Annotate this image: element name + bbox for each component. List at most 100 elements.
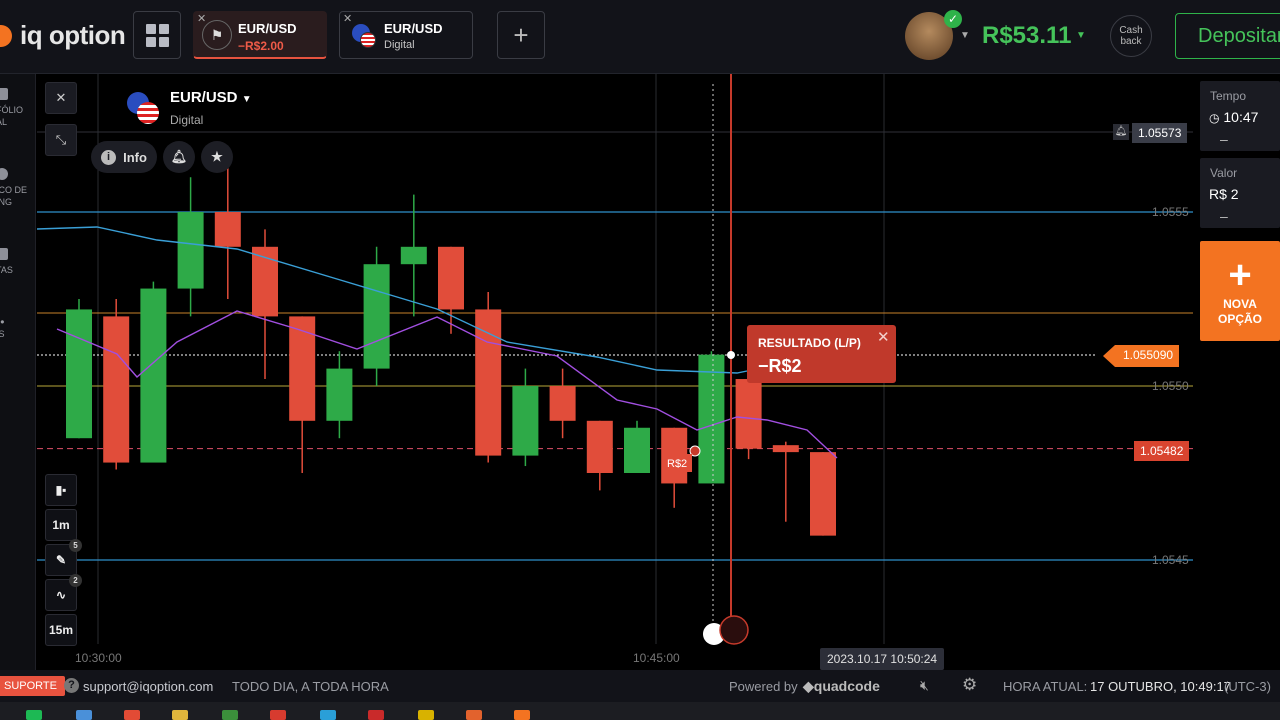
asset-name[interactable]: EUR/USD ▼: [170, 89, 252, 106]
new-option-button[interactable]: + NOVA OPÇÃO: [1200, 241, 1280, 341]
bell-icon: 🔔︎: [170, 149, 188, 164]
favorite-button[interactable]: ★: [201, 141, 233, 173]
app-icon[interactable]: [222, 710, 238, 720]
logo-icon: [0, 24, 12, 47]
expiry-value: ◷ 10:47: [1209, 109, 1259, 125]
file-icon[interactable]: [76, 710, 92, 720]
app-icon[interactable]: [418, 710, 434, 720]
clock-icon: ◷: [1209, 111, 1220, 125]
tab-type-label: Digital: [384, 39, 415, 51]
sidebar-item-label: IS: [0, 329, 5, 339]
close-chart-button[interactable]: ✕: [45, 82, 77, 114]
candle: [586, 420, 613, 473]
balance-chevron-down-icon[interactable]: ▼: [1076, 30, 1086, 41]
sidebar-item-label: FÓLIO AL: [0, 105, 24, 127]
browser-icon[interactable]: [270, 710, 286, 720]
support-button[interactable]: SUPORTE: [0, 676, 65, 696]
settings-gear-icon[interactable]: ⚙: [962, 675, 977, 695]
trade-panel: Tempo ◷ 10:47 – Valor R$ 2 – + NOVA OPÇÃ…: [1200, 74, 1280, 670]
top-bar: iq option ✕ ⚑ EUR/USD −R$2.00 ✕ EUR/USD …: [0, 0, 1280, 74]
candle: [363, 264, 390, 369]
tab-pair-label: EUR/USD: [384, 21, 443, 36]
interval-button[interactable]: 15m: [45, 614, 77, 646]
indicators-button[interactable]: ∿ 2: [45, 574, 82, 611]
sidebar-item-alerts[interactable]: TAS: [0, 248, 36, 276]
asset-grid-button[interactable]: [133, 11, 181, 59]
grid-icon: [145, 23, 169, 47]
time-axis-label: 10:30:00: [75, 651, 122, 665]
candle: [103, 316, 130, 463]
app-icon[interactable]: [320, 710, 336, 720]
timeframe-button[interactable]: 1m: [45, 509, 77, 541]
strike-price-tag: 1.05482: [1134, 441, 1190, 461]
footer: SUPORTE ? support@iqoption.com TODO DIA,…: [0, 670, 1280, 702]
cashback-button[interactable]: Cash back: [1110, 15, 1152, 57]
amount-value[interactable]: R$ 2: [1209, 186, 1239, 202]
verified-check-icon: ✓: [944, 10, 962, 28]
chrome-icon[interactable]: [124, 710, 140, 720]
cursor-time-tag: 2023.10.17 10:50:24: [820, 648, 945, 670]
trade-amount-label: R$2: [667, 458, 687, 470]
chart-type-button[interactable]: ▮▪: [45, 474, 77, 506]
price-chart[interactable]: R$2 1.0555 1.0550 1.0545 10:30:00 10:45:00 ✕…: [37, 74, 1197, 670]
chevron-down-icon: ▼: [241, 94, 252, 105]
star-icon: ★: [211, 149, 223, 164]
sidebar-item-history[interactable]: ICO DE ING: [0, 168, 36, 208]
candle: [438, 246, 464, 310]
candle: [400, 246, 427, 265]
expiry-field[interactable]: Tempo ◷ 10:47 –: [1200, 81, 1280, 151]
info-label: Info: [123, 149, 147, 165]
price-axis-label: 1.0550: [1152, 379, 1189, 393]
price-alert-bell-icon[interactable]: 🔔︎: [1113, 124, 1129, 140]
candles-icon: ▮▪: [55, 483, 67, 497]
indicator-wave-icon: ∿: [55, 588, 67, 602]
add-tab-button[interactable]: +: [497, 11, 545, 59]
time-axis-label: 10:45:00: [633, 651, 680, 665]
close-tab-icon[interactable]: ✕: [343, 12, 352, 25]
amount-minus-button[interactable]: –: [1220, 208, 1228, 224]
expiry-label: Tempo: [1210, 89, 1247, 103]
candle: [735, 379, 762, 449]
drawing-count-badge: 5: [69, 539, 82, 552]
close-result-icon[interactable]: ✕: [877, 328, 890, 346]
spotify-icon[interactable]: [26, 710, 42, 720]
close-tab-icon[interactable]: ✕: [197, 12, 206, 25]
candle-series: [66, 159, 836, 536]
minimize-chart-button[interactable]: ⤡: [45, 124, 77, 156]
sidebar-item-label: TAS: [0, 265, 13, 275]
mute-icon[interactable]: 🔇︎: [920, 677, 929, 694]
expiry-minus-button[interactable]: –: [1220, 131, 1228, 147]
bell-icon: [0, 248, 8, 260]
app-icon[interactable]: [466, 710, 482, 720]
us-flag-icon: [360, 32, 376, 48]
app-icon[interactable]: [368, 710, 384, 720]
amount-field[interactable]: Valor R$ 2 –: [1200, 158, 1280, 228]
candle: [549, 386, 576, 421]
support-email-link[interactable]: support@iqoption.com: [83, 679, 213, 694]
candle: [66, 309, 92, 439]
sidebar-item-portfolio[interactable]: FÓLIO AL: [0, 88, 36, 128]
balance[interactable]: R$53.11: [982, 22, 1071, 50]
asset-tab-active[interactable]: ✕ ⚑ EUR/USD −R$2.00: [193, 11, 327, 59]
close-icon: ✕: [55, 90, 67, 105]
quadcode-logo: ◆quadcode: [803, 678, 880, 694]
info-button[interactable]: i Info: [91, 141, 157, 173]
asset-tab[interactable]: ✕ EUR/USD Digital: [339, 11, 473, 59]
sidebar-item-more[interactable]: •• IS: [0, 316, 36, 340]
brand-name: iq option: [20, 20, 126, 50]
alert-button[interactable]: 🔔︎: [163, 141, 195, 173]
folder-icon[interactable]: [172, 710, 188, 720]
chart-level-lines: [37, 211, 1193, 561]
tagline: TODO DIA, A TODA HORA: [232, 679, 389, 694]
finish-flag-icon: [719, 615, 749, 645]
chevron-down-icon[interactable]: ▼: [960, 30, 970, 41]
candle: [512, 386, 539, 456]
brand-logo[interactable]: iq option: [0, 20, 126, 51]
result-value: −R$2: [758, 356, 802, 376]
deposit-button[interactable]: Depositar: [1175, 13, 1280, 59]
drawing-tools-button[interactable]: ✎ 5: [45, 539, 82, 576]
candle: [624, 427, 650, 473]
candle: [214, 212, 241, 247]
iqoption-app-icon[interactable]: [514, 710, 530, 720]
entry-point: [727, 351, 735, 359]
